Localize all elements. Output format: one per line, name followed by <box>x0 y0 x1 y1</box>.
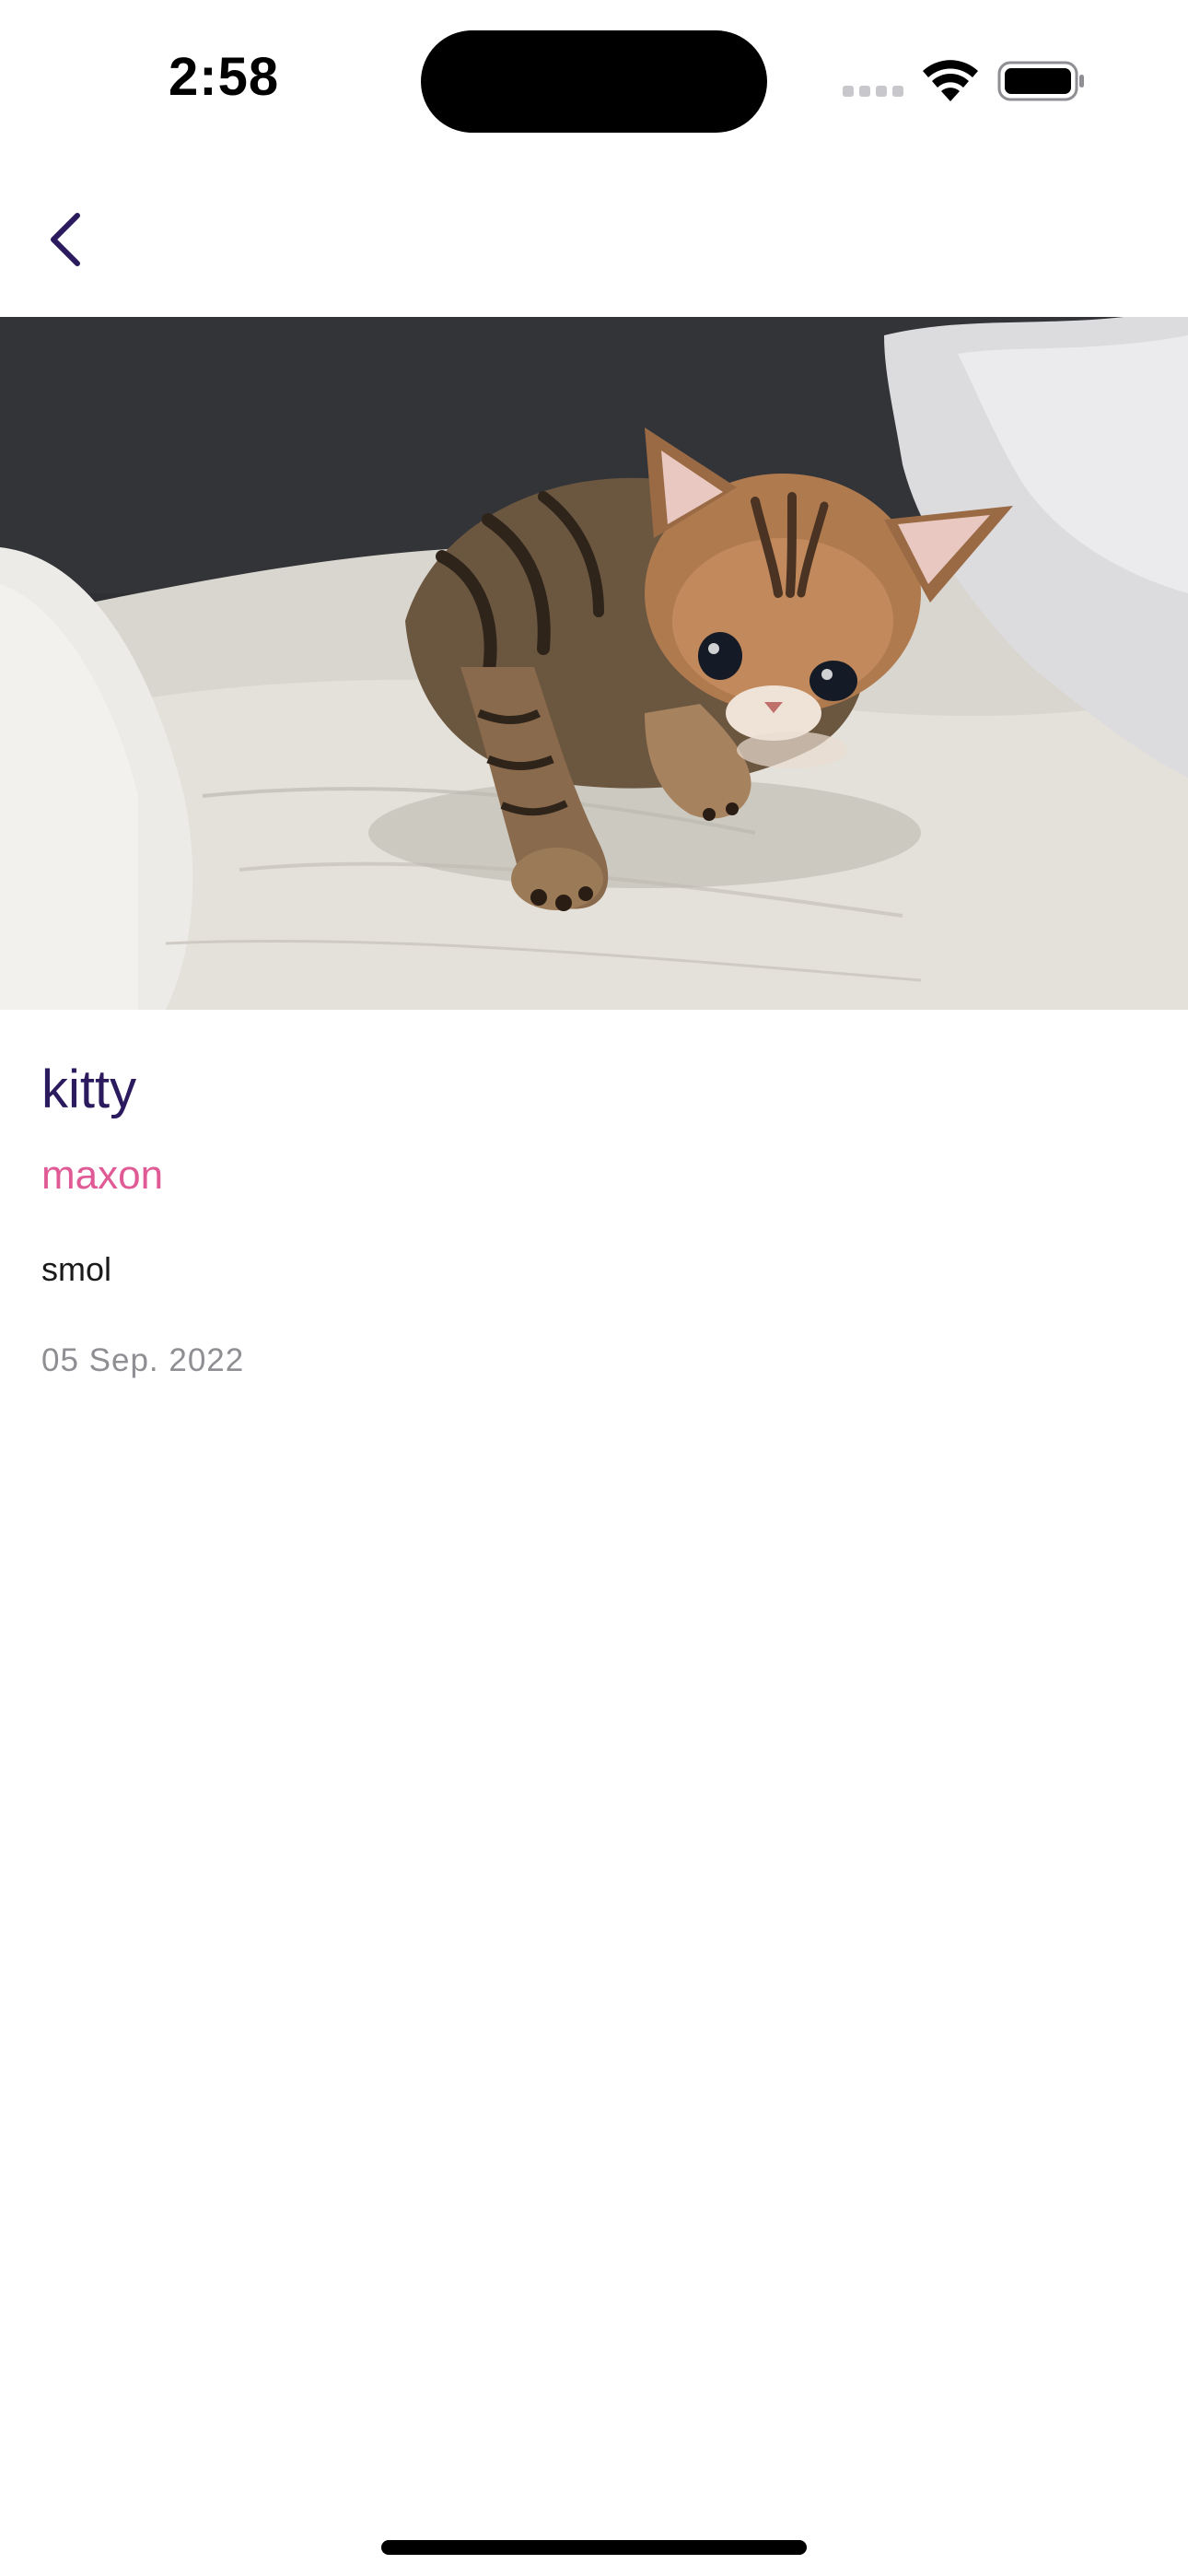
back-button[interactable] <box>28 203 101 276</box>
post-title: kitty <box>41 1060 137 1119</box>
home-indicator[interactable] <box>381 2540 807 2555</box>
status-bar: 2:58 <box>0 0 1188 157</box>
wifi-icon <box>923 60 978 101</box>
post-author: maxon <box>41 1153 164 1198</box>
cellular-signal-icon <box>843 86 903 97</box>
battery-icon <box>997 61 1084 101</box>
kitten-photo <box>0 317 1188 1010</box>
post-date: 05 Sep. 2022 <box>41 1342 245 1378</box>
chevron-left-icon <box>51 213 80 266</box>
post-description: smol <box>41 1250 112 1288</box>
dynamic-island <box>421 30 767 133</box>
status-time: 2:58 <box>169 47 280 107</box>
